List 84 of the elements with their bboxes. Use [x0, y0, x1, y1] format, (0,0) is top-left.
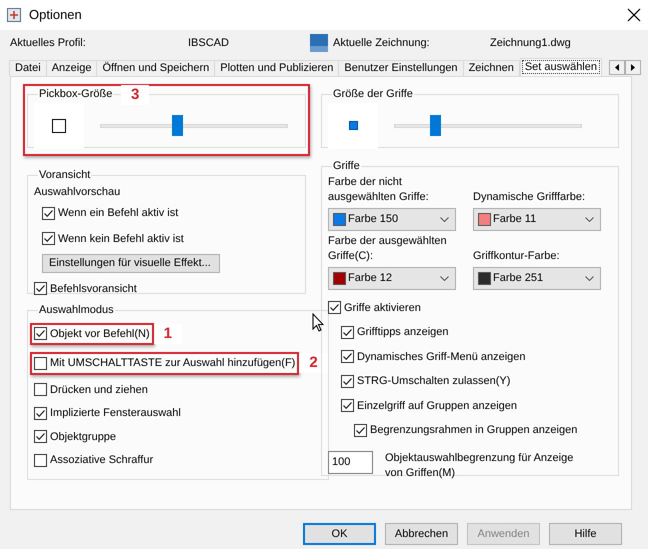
option-label: Objektgruppe — [50, 430, 116, 444]
field-label: Griffkontur-Farbe: — [473, 248, 561, 264]
slider-thumb[interactable] — [172, 114, 184, 136]
chevron-down-icon — [440, 216, 449, 222]
annotation-number: 2 — [299, 353, 328, 374]
chevron-down-icon — [585, 276, 594, 280]
dialog-button[interactable]: Hilfe — [549, 523, 622, 545]
color-dropdown[interactable]: Farbe 150 — [328, 208, 456, 230]
group-title: Größe der Griffe — [332, 87, 414, 102]
option-label: Einzelgriff auf Gruppen anzeigen — [357, 398, 518, 414]
window-title: Optionen — [29, 6, 82, 24]
color-dropdown[interactable]: Farbe 12 — [328, 266, 456, 290]
dialog-button[interactable]: Abbrechen — [385, 523, 458, 545]
checkbox[interactable] — [42, 206, 55, 220]
drawing-label: Aktuelle Zeichnung: — [333, 36, 431, 51]
section-label: Auswahlvorschau — [34, 184, 122, 200]
checkbox[interactable] — [34, 430, 47, 444]
checkbox[interactable] — [34, 282, 47, 296]
dialog-button[interactable]: OK — [303, 523, 376, 545]
group-title: Auswahlmodus — [38, 303, 115, 318]
option-label: Drücken und ziehen — [50, 382, 148, 398]
checkbox[interactable] — [341, 326, 354, 339]
dropdown-value: Farbe 11 — [493, 212, 536, 227]
checkbox[interactable] — [328, 301, 341, 314]
option-label: Dynamisches Griff-Menü anzeigen — [357, 350, 526, 364]
chevron-down-icon — [585, 216, 594, 222]
drawing-icon — [310, 34, 328, 52]
tab[interactable]: Zeichnen — [462, 60, 520, 76]
slider[interactable] — [100, 114, 288, 136]
annotation-number: 1 — [154, 324, 182, 344]
option-label: STRG-Umschalten zulassen(Y) — [357, 374, 510, 389]
number-field[interactable]: 100 — [328, 450, 373, 474]
checkbox[interactable] — [34, 454, 47, 467]
checkbox[interactable] — [354, 424, 367, 437]
option-label: Assoziative Schraffur — [50, 453, 154, 468]
field-label: Farbe der ausgewählten Griffe(C): — [328, 234, 448, 264]
checkbox[interactable] — [34, 406, 47, 420]
scroll-left-icon[interactable] — [609, 60, 625, 75]
tab[interactable]: Benutzer Einstellungen — [338, 60, 464, 76]
close-icon[interactable] — [627, 8, 641, 22]
profile-label: Aktuelles Profil: — [10, 36, 87, 51]
option-label: Befehlsvoransicht — [50, 282, 137, 296]
mouse-pointer-icon — [312, 313, 324, 332]
chevron-down-icon — [440, 276, 449, 280]
tab[interactable]: Set auswählen — [520, 58, 602, 76]
effects-button[interactable]: Einstellungen für visuelle Effekt... — [42, 254, 220, 272]
checkbox[interactable] — [341, 374, 354, 388]
option-label: Wenn kein Befehl aktiv ist — [58, 232, 184, 246]
dropdown-value: Farbe 251 — [493, 270, 544, 286]
slider-thumb[interactable] — [430, 114, 442, 136]
group-title: Pickbox-Größe — [38, 87, 114, 102]
group-title: Voransicht — [38, 168, 92, 183]
pickbox-square-icon — [52, 118, 66, 132]
dropdown-value: Farbe 150 — [348, 212, 398, 227]
tab[interactable]: Öffnen und Speichern — [96, 60, 216, 76]
drawing-value: Zeichnung1.dwg — [490, 36, 571, 51]
app-icon — [7, 8, 21, 22]
scroll-right-icon[interactable] — [625, 60, 641, 75]
checkbox[interactable] — [42, 232, 55, 246]
color-dropdown[interactable]: Farbe 251 — [473, 266, 601, 290]
tab[interactable]: Anzeige — [46, 60, 98, 76]
checkbox[interactable] — [34, 356, 47, 370]
profile-value: IBSCAD — [188, 36, 230, 51]
slider[interactable] — [394, 114, 582, 136]
option-label: Griffe aktivieren — [344, 300, 421, 316]
field-label: Dynamische Grifffarbe: — [473, 190, 586, 204]
option-label: Implizierte Fensterauswahl — [50, 406, 181, 421]
color-dropdown[interactable]: Farbe 11 — [473, 208, 601, 230]
tab[interactable]: Datei — [9, 60, 47, 76]
option-label: Grifftipps anzeigen — [357, 325, 449, 340]
checkbox[interactable] — [34, 327, 47, 340]
checkbox[interactable] — [341, 399, 354, 412]
field-label: Farbe der nicht ausgewählten Griffe: — [328, 174, 430, 204]
field-label: Objektauswahlbegrenzung für Anzeige von Griffen(M) — [385, 450, 574, 480]
annotation-number: 3 — [121, 85, 150, 105]
dropdown-value: Farbe 12 — [348, 270, 392, 286]
checkbox[interactable] — [341, 350, 354, 364]
grip-square-icon — [348, 121, 358, 130]
option-label: Mit UMSCHALTTASTE zur Auswahl hinzufügen(F) — [50, 356, 296, 371]
option-label: Begrenzungsrahmen in Gruppen anzeigen — [370, 423, 578, 438]
group-title: Griffe — [332, 159, 361, 174]
checkbox[interactable] — [34, 383, 47, 396]
option-label: Objekt vor Befehl(N) — [50, 326, 150, 342]
option-label: Wenn ein Befehl aktiv ist — [58, 206, 178, 221]
